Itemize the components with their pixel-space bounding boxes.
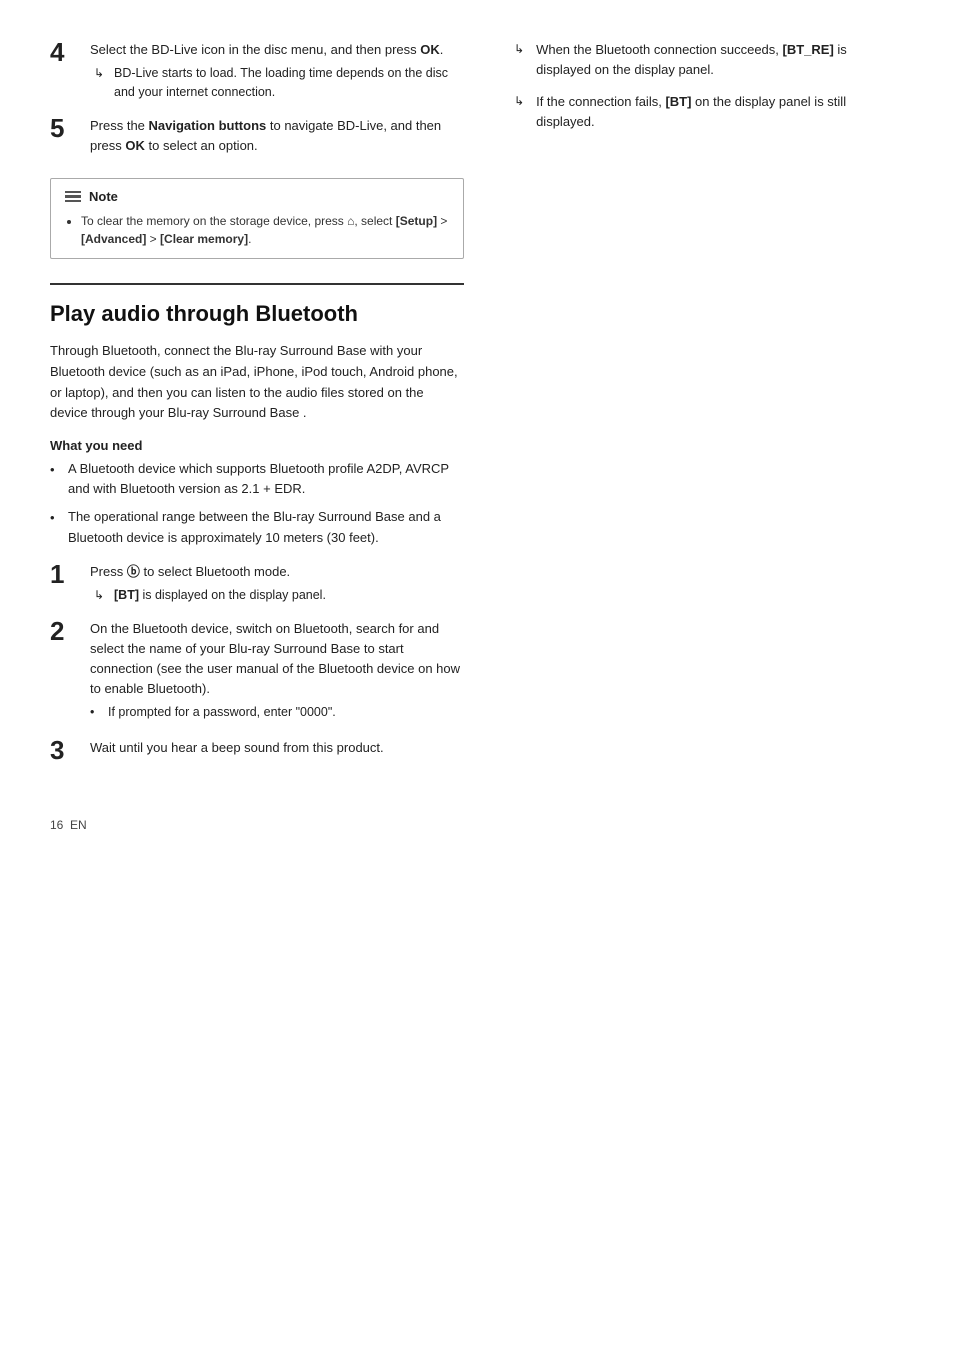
bullet-text-1: A Bluetooth device which supports Blueto…: [68, 459, 464, 499]
bullet-item-1: • A Bluetooth device which supports Blue…: [50, 459, 464, 499]
bt-step-2-text: On the Bluetooth device, switch on Bluet…: [90, 619, 464, 700]
rc-arrow-icon-2: ↳: [514, 94, 528, 108]
step-4-sub-text: BD-Live starts to load. The loading time…: [114, 64, 464, 102]
step-number-4: 4: [50, 38, 82, 67]
bullet-item-2: • The operational range between the Blu-…: [50, 507, 464, 547]
step-4-text: Select the BD-Live icon in the disc menu…: [90, 40, 464, 60]
sub-bullet-dot-1: •: [90, 703, 104, 722]
page-lang: EN: [70, 818, 87, 832]
bt-step-number-2: 2: [50, 617, 82, 646]
bt-step-1-content: Press ⓑ to select Bluetooth mode. ↳ [BT]…: [90, 562, 464, 605]
bt-step-2: 2 On the Bluetooth device, switch on Blu…: [50, 619, 464, 724]
note-box: Note To clear the memory on the storage …: [50, 178, 464, 259]
arrow-icon-4: ↳: [94, 66, 108, 80]
right-arrows: ↳ When the Bluetooth connection succeeds…: [514, 40, 904, 133]
bullet-dot-1: •: [50, 460, 64, 480]
note-title: Note: [89, 189, 118, 204]
bt-step-number-3: 3: [50, 736, 82, 765]
bt-step-number-1: 1: [50, 560, 82, 589]
arrow-icon-bt1: ↳: [94, 588, 108, 602]
rc-arrow-2: ↳ If the connection fails, [BT] on the d…: [514, 92, 904, 132]
step-5-text: Press the Navigation buttons to navigate…: [90, 116, 464, 156]
rc-arrow-text-2: If the connection fails, [BT] on the dis…: [536, 92, 904, 132]
note-icon: [65, 191, 81, 203]
section-divider: [50, 283, 464, 285]
step-4-content: Select the BD-Live icon in the disc menu…: [90, 40, 464, 102]
bt-step-1-sub: ↳ [BT] is displayed on the display panel…: [94, 586, 464, 605]
step-5-content: Press the Navigation buttons to navigate…: [90, 116, 464, 160]
bt-step-3-content: Wait until you hear a beep sound from th…: [90, 738, 464, 762]
bt-step-2-content: On the Bluetooth device, switch on Bluet…: [90, 619, 464, 724]
page-number: 16: [50, 818, 63, 832]
rc-arrow-icon-1: ↳: [514, 42, 528, 56]
bt-step-2-subbullet-text: If prompted for a password, enter "0000"…: [108, 703, 336, 722]
bt-step-1: 1 Press ⓑ to select Bluetooth mode. ↳ [B…: [50, 562, 464, 605]
rc-arrow-1: ↳ When the Bluetooth connection succeeds…: [514, 40, 904, 80]
bullet-list: • A Bluetooth device which supports Blue…: [50, 459, 464, 548]
step-4: 4 Select the BD-Live icon in the disc me…: [50, 40, 464, 102]
bt-step-3-text: Wait until you hear a beep sound from th…: [90, 738, 464, 758]
right-column: ↳ When the Bluetooth connection succeeds…: [494, 40, 904, 778]
step-5: 5 Press the Navigation buttons to naviga…: [50, 116, 464, 160]
bt-step-3: 3 Wait until you hear a beep sound from …: [50, 738, 464, 765]
bt-step-1-sub-text: [BT] is displayed on the display panel.: [114, 586, 326, 605]
bt-step-2-subbullet-1: • If prompted for a password, enter "000…: [90, 703, 464, 722]
bt-step-2-subbullets: • If prompted for a password, enter "000…: [90, 703, 464, 722]
section-intro: Through Bluetooth, connect the Blu-ray S…: [50, 341, 464, 424]
rc-arrow-text-1: When the Bluetooth connection succeeds, …: [536, 40, 904, 80]
section-title: Play audio through Bluetooth: [50, 301, 464, 327]
bullet-text-2: The operational range between the Blu-ra…: [68, 507, 464, 547]
step-number-5: 5: [50, 114, 82, 143]
page-footer: 16 EN: [50, 818, 904, 832]
note-content: To clear the memory on the storage devic…: [65, 212, 449, 248]
bullet-dot-2: •: [50, 508, 64, 528]
note-item: To clear the memory on the storage devic…: [81, 212, 449, 248]
note-header: Note: [65, 189, 449, 204]
what-you-need: What you need: [50, 438, 464, 453]
step-4-sub: ↳ BD-Live starts to load. The loading ti…: [94, 64, 464, 102]
bt-step-1-text: Press ⓑ to select Bluetooth mode.: [90, 562, 464, 582]
